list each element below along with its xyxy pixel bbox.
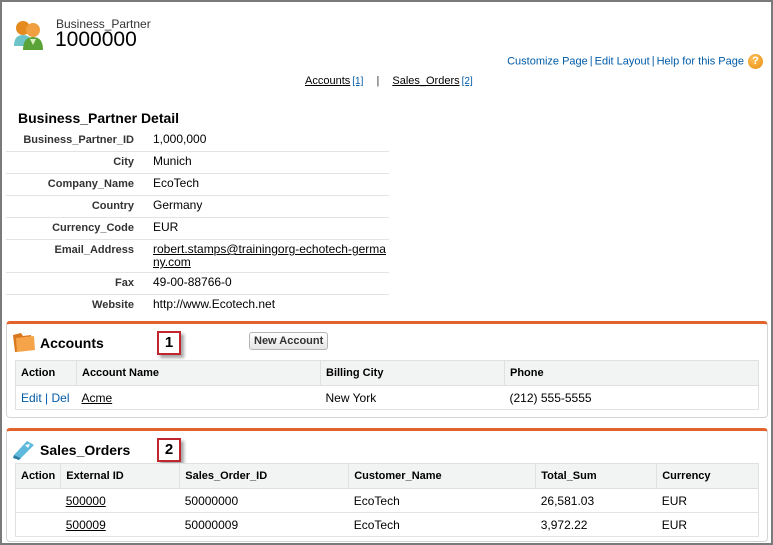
column-header[interactable]: Action [14,463,62,489]
record-name: 1000000 [55,28,137,51]
column-header[interactable]: Currency [656,463,759,489]
customer-name-cell: EcoTech [348,512,536,537]
help-link[interactable]: Help for this Page [657,55,744,67]
table-header-row: Action External ID Sales_Order_ID Custom… [14,463,759,489]
edit-layout-link[interactable]: Edit Layout [595,55,650,67]
related-list-header: Sales_Orders 2 [7,431,767,467]
detail-row: Email_Address robert.stamps@trainingorg-… [6,240,389,273]
column-header[interactable]: Action [15,360,77,386]
table-row: 500009 50000009 EcoTech 3,972.22 EUR [14,512,759,537]
column-header[interactable]: External ID [60,463,181,489]
accounts-table: Action Account Name Billing City Phone E… [15,360,759,410]
related-list-title: Sales_Orders [40,442,131,458]
detail-row: Currency_Code EUR [6,218,389,240]
detail-row: Business_Partner_ID 1,000,000 [6,130,389,152]
related-count-sales-orders[interactable]: [2] [462,76,473,87]
external-id-cell: 500009 [60,512,180,537]
column-header[interactable]: Sales_Order_ID [179,463,350,489]
field-value: http://www.Ecotech.net [153,297,276,311]
column-header[interactable]: Billing City [320,360,505,386]
customer-name-cell: EcoTech [348,488,536,513]
detail-row: City Munich [6,152,389,174]
field-value: Munich [153,154,192,168]
action-cell: Edit | Del [15,385,77,410]
delete-link[interactable]: Del [52,391,70,405]
accounts-related-list: Accounts 1 New Account Action Account Na… [6,321,768,418]
field-value: EcoTech [153,176,200,190]
currency-cell: EUR [656,488,759,513]
field-value: Germany [153,198,203,212]
table-row: Edit | Del Acme New York (212) 555-5555 [15,385,759,410]
detail-row: Company_Name EcoTech [6,174,389,196]
field-value: 1,000,000 [153,132,207,146]
table-row: 500000 50000000 EcoTech 26,581.03 EUR [14,488,759,513]
related-count-accounts[interactable]: [1] [352,76,363,87]
field-label: Currency_Code [52,222,134,234]
action-cell [14,512,61,537]
field-label: Website [92,299,134,311]
help-icon[interactable]: ? [748,54,763,69]
folder-icon [13,333,35,352]
column-header[interactable]: Total_Sum [535,463,658,489]
page-links-bar: Customize Page | Edit Layout | Help for this… [507,54,763,69]
column-header[interactable]: Customer_Name [348,463,537,489]
external-id-cell: 500000 [60,488,180,513]
related-link-sales-orders[interactable]: Sales_Orders [392,75,459,87]
detail-row: Website http://www.Ecotech.net [6,295,389,316]
field-label: Country [91,200,134,212]
field-label: Company_Name [47,178,134,190]
phone-cell: (212) 555-5555 [504,385,759,410]
field-label: Business_Partner_ID [23,134,134,146]
callout-badge: 2 [157,438,181,462]
related-list-title: Accounts [40,335,104,351]
business-partner-icon [14,21,43,50]
account-name-cell: Acme [76,385,321,410]
action-cell [14,488,61,513]
field-value: robert.stamps@trainingorg-echotech-germa… [134,240,389,272]
total-sum-cell: 26,581.03 [535,488,657,513]
separator: | [589,55,593,68]
total-sum-cell: 3,972.22 [535,512,657,537]
field-label: City [113,156,134,168]
field-value: EUR [153,220,179,234]
detail-title: Business_Partner Detail [18,110,180,126]
billing-city-cell: New York [320,385,505,410]
sales-orders-related-list: Sales_Orders 2 Action External ID Sales_… [6,428,768,542]
detail-row: Country Germany [6,196,389,218]
detail-row: Fax 49-00-88766-0 [6,273,389,295]
separator: | [45,390,49,405]
sales-order-icon [13,441,34,460]
field-label: Email_Address [54,244,134,256]
external-id-link[interactable]: 500009 [66,518,106,532]
callout-badge: 1 [157,331,181,355]
column-header[interactable]: Phone [504,360,759,386]
account-name-link[interactable]: Acme [82,391,113,405]
sales-order-id-cell: 50000000 [179,488,349,513]
currency-cell: EUR [656,512,759,537]
detail-section: Business_Partner Detail Business_Partner… [6,110,389,316]
table-header-row: Action Account Name Billing City Phone [15,360,759,386]
new-account-button[interactable]: New Account [249,332,329,350]
related-list-header: Accounts 1 New Account [7,324,767,360]
separator: | [376,75,380,87]
email-link[interactable]: robert.stamps@trainingorg-echotech-germa… [153,242,386,269]
customize-page-link[interactable]: Customize Page [507,55,588,67]
external-id-link[interactable]: 500000 [66,494,106,508]
edit-link[interactable]: Edit [21,391,42,405]
column-header[interactable]: Account Name [76,360,321,386]
related-list-links: Accounts [1] | Sales_Orders [2] [305,75,473,87]
field-label: Fax [115,277,134,289]
sales-orders-table: Action External ID Sales_Order_ID Custom… [14,463,759,537]
related-link-accounts[interactable]: Accounts [305,75,350,87]
separator: | [651,55,655,68]
sales-order-id-cell: 50000009 [179,512,349,537]
field-value: 49-00-88766-0 [153,275,232,289]
